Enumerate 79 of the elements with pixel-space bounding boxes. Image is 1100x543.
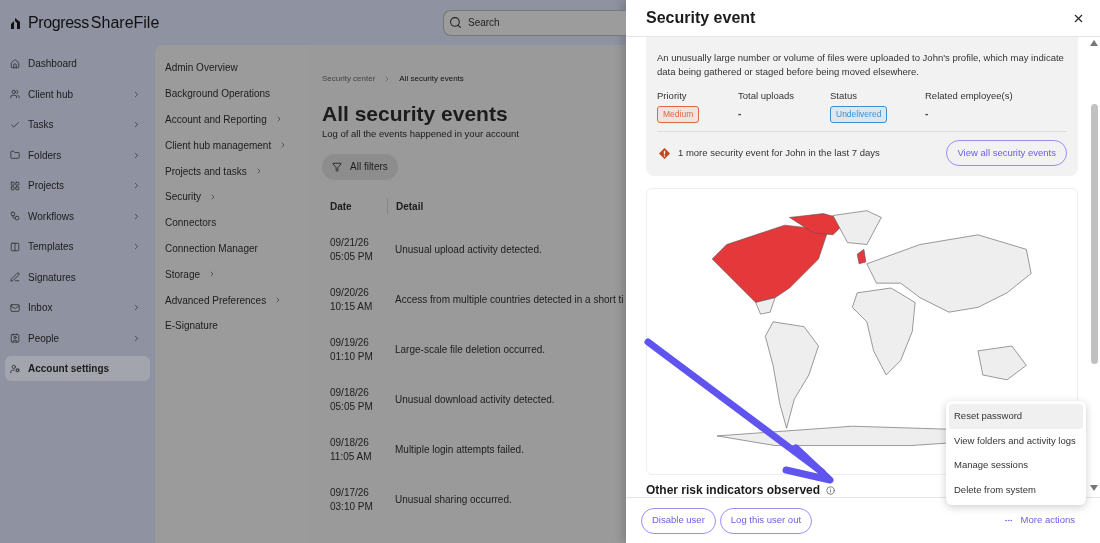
column-header[interactable]: Date — [322, 198, 387, 214]
submenu-item[interactable]: Connectors — [165, 215, 217, 231]
date-cell-text: 09/19/26 01:10 PM — [329, 335, 374, 364]
nav-icon — [10, 302, 20, 313]
info-icon — [826, 485, 836, 495]
nav-item[interactable]: Projects — [5, 173, 150, 198]
nav-icon — [10, 150, 20, 160]
filter-icon — [332, 161, 342, 172]
submenu-item[interactable]: Storage — [165, 266, 201, 282]
nav-item[interactable]: Client hub — [5, 81, 150, 107]
detail-cell-text: Multiple login attempts failed. — [395, 443, 524, 457]
nav-item[interactable]: Signatures — [5, 264, 150, 290]
field-label: Related employee(s) — [925, 89, 1014, 103]
field-label: Total uploads — [738, 89, 795, 103]
field-value: - — [925, 107, 930, 122]
detail-cell-text: Unusual download activity detected. — [395, 393, 555, 407]
nav-icon — [10, 363, 20, 374]
nav-icon — [10, 119, 20, 130]
nav-item[interactable]: Templates — [5, 234, 150, 259]
menu-item[interactable]: View folders and activity logs — [949, 428, 1083, 453]
submenu-item[interactable]: Client hub management — [165, 137, 272, 153]
menu-item[interactable]: Reset password — [949, 404, 1083, 429]
date-cell-text: 09/18/26 11:05 AM — [329, 435, 373, 464]
submenu-item[interactable]: Security — [165, 189, 202, 205]
nav-icon — [10, 89, 20, 99]
nav-item[interactable]: Inbox — [5, 295, 150, 320]
logo-brand: Progress — [28, 12, 89, 33]
breadcrumb[interactable]: All security events — [399, 73, 464, 85]
submenu-item[interactable]: Projects and tasks — [165, 163, 247, 179]
submenu-item[interactable]: Account and Reporting — [165, 112, 267, 127]
event-description: An unusually large number or volume of files were uploaded to John's profile, which may indicate data being gathered or staged before being moved elsewhere. — [657, 51, 1065, 79]
nav-icon — [10, 241, 20, 252]
page-title: All security events — [322, 101, 509, 127]
date-cell-text: 09/21/26 05:05 PM — [329, 235, 374, 264]
scroll-down-icon[interactable] — [1090, 485, 1098, 491]
alert-text: 1 more security event for John in the last 7 days — [678, 145, 880, 160]
nav-icon — [10, 58, 20, 69]
date-cell-text: 09/18/26 05:05 PM — [329, 385, 374, 414]
menu-item[interactable]: Delete from system — [949, 477, 1083, 502]
menu-item[interactable]: Manage sessions — [949, 453, 1083, 478]
field-value: - — [738, 107, 743, 122]
scroll-up-icon[interactable] — [1090, 40, 1098, 46]
detail-cell-text: Unusual upload activity detected. — [395, 243, 542, 257]
nav-item[interactable]: Dashboard — [5, 51, 150, 76]
nav-item[interactable]: Account settings — [5, 356, 150, 381]
status-badge: Undelivered — [830, 106, 888, 123]
nav-icon — [10, 211, 20, 221]
search-field[interactable]: Search — [443, 9, 626, 36]
more-actions-button[interactable]: More actions — [1003, 513, 1075, 528]
nav-item[interactable]: Folders — [5, 142, 150, 168]
warning-icon — [659, 147, 670, 159]
panel-title: Security event — [646, 8, 756, 28]
nav-icon — [10, 333, 20, 343]
submenu-item[interactable]: Background Operations — [165, 86, 271, 102]
nav-item[interactable]: Tasks — [5, 112, 150, 137]
field-label: Priority — [657, 89, 688, 103]
nav-icon — [10, 180, 20, 191]
nav-item[interactable]: People — [5, 325, 150, 351]
submenu-item[interactable]: Advanced Preferences — [165, 292, 267, 308]
search-icon — [449, 15, 462, 29]
submenu-item[interactable]: E-Signature — [165, 318, 218, 334]
breadcrumb[interactable]: Security center — [322, 73, 376, 85]
nav-icon — [10, 272, 20, 282]
field-label: Status — [830, 89, 858, 103]
detail-cell-text: Large-scale file deletion occurred. — [395, 343, 546, 357]
detail-cell-text: Access from multiple countries detected in a short ti — [395, 293, 624, 307]
submenu-item[interactable]: Admin Overview — [165, 60, 238, 76]
filter-button[interactable]: All filters — [322, 153, 398, 180]
date-cell-text: 09/17/26 03:10 PM — [329, 485, 374, 514]
submenu-item[interactable]: Connection Manager — [165, 240, 258, 256]
column-header[interactable]: Detail — [396, 198, 424, 214]
more-icon — [1003, 516, 1013, 525]
detail-cell-text: Unusual sharing occurred. — [395, 493, 512, 507]
date-cell-text: 09/20/26 10:15 AM — [329, 285, 374, 314]
page-subtitle: Log of all the events happened in your account — [322, 127, 520, 142]
nav-item[interactable]: Workflows — [5, 203, 150, 229]
logo-product: ShareFile — [90, 12, 160, 33]
status-badge: Medium — [657, 106, 700, 123]
section-heading: Other risk indicators observed — [646, 482, 821, 497]
